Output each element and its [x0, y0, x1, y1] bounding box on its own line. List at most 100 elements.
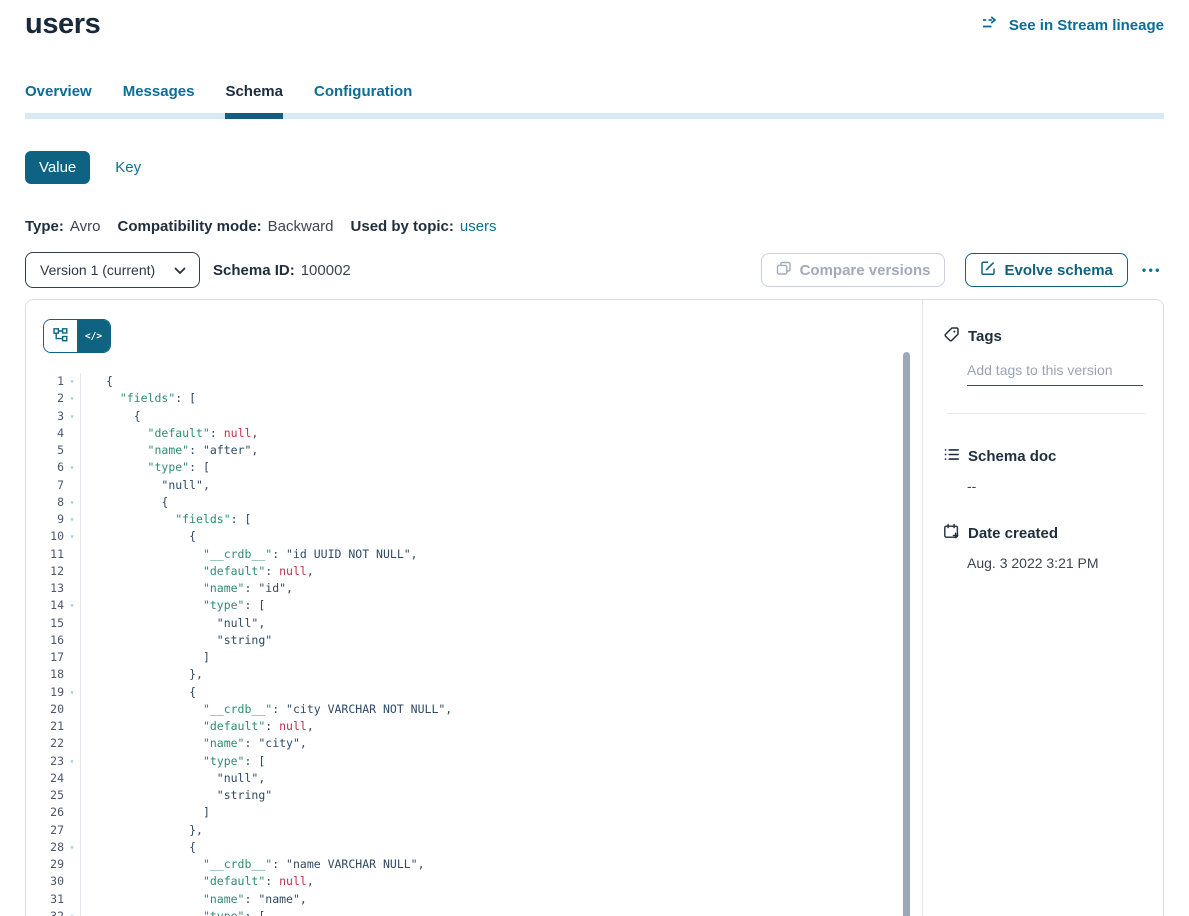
calendar-icon — [943, 523, 960, 544]
gutter-spacer — [64, 563, 81, 580]
tree-view-button[interactable] — [44, 320, 77, 352]
schema-key-value-toggle: Value Key — [25, 151, 1164, 184]
version-select[interactable]: Version 1 (current) — [25, 252, 200, 288]
collapse-toggle-icon[interactable]: ▾ — [64, 511, 81, 528]
gutter-spacer — [64, 649, 81, 666]
code-line-20: 20 "__crdb__": "city VARCHAR NOT NULL", — [26, 701, 922, 718]
code-line-18: 18 }, — [26, 666, 922, 683]
collapse-toggle-icon[interactable]: ▾ — [64, 373, 81, 390]
compare-versions-button[interactable]: Compare versions — [761, 253, 946, 287]
line-number: 21 — [26, 718, 64, 735]
schema-doc-value: -- — [967, 478, 1145, 494]
tab-bar-underline — [25, 113, 1164, 119]
add-tags-input[interactable] — [967, 360, 1143, 386]
collapse-toggle-icon[interactable]: ▾ — [64, 459, 81, 476]
tag-icon — [943, 326, 960, 347]
code-text: { — [81, 528, 196, 545]
code-text: { — [81, 494, 168, 511]
topbar: users See in Stream lineage — [25, 0, 1164, 41]
gutter-spacer — [64, 477, 81, 494]
collapse-toggle-icon[interactable]: ▾ — [64, 597, 81, 614]
evolve-schema-button[interactable]: Evolve schema — [965, 253, 1127, 287]
collapse-toggle-icon[interactable]: ▾ — [64, 753, 81, 770]
code-line-1: 1▾{ — [26, 373, 922, 390]
type-label: Type: — [25, 218, 64, 235]
line-number: 25 — [26, 787, 64, 804]
type-value: Avro — [70, 218, 101, 235]
evolve-schema-icon — [980, 260, 996, 280]
gutter-spacer — [64, 580, 81, 597]
code-line-19: 19▾ { — [26, 684, 922, 701]
collapse-toggle-icon[interactable]: ▾ — [64, 839, 81, 856]
code-line-32: 32▾ "type": [ — [26, 908, 922, 916]
tree-view-icon — [53, 327, 68, 345]
gutter-spacer — [64, 425, 81, 442]
line-number: 17 — [26, 649, 64, 666]
gutter-spacer — [64, 666, 81, 683]
schema-editor: </> 1▾{2▾ "fields": [3▾ {4 "default": nu… — [26, 300, 922, 916]
tab-schema[interactable]: Schema — [225, 83, 283, 119]
collapse-toggle-icon[interactable]: ▾ — [64, 528, 81, 545]
line-number: 5 — [26, 442, 64, 459]
code-text: "string" — [81, 787, 272, 804]
code-text: ] — [81, 649, 210, 666]
code-line-23: 23▾ "type": [ — [26, 753, 922, 770]
line-number: 27 — [26, 822, 64, 839]
code-text: { — [81, 408, 141, 425]
code-text: { — [81, 684, 196, 701]
code-line-29: 29 "__crdb__": "name VARCHAR NULL", — [26, 856, 922, 873]
collapse-toggle-icon[interactable]: ▾ — [64, 494, 81, 511]
code-line-13: 13 "name": "id", — [26, 580, 922, 597]
line-number: 6 — [26, 459, 64, 476]
code-line-16: 16 "string" — [26, 632, 922, 649]
code-text: "fields": [ — [81, 390, 196, 407]
schema-id-label: Schema ID: — [213, 262, 295, 279]
topic-link[interactable]: users — [460, 218, 497, 235]
schema-page: users See in Stream lineage OverviewMess… — [0, 0, 1189, 916]
stream-lineage-link[interactable]: See in Stream lineage — [982, 16, 1164, 34]
gutter-spacer — [64, 822, 81, 839]
collapse-toggle-icon[interactable]: ▾ — [64, 408, 81, 425]
tab-bar: OverviewMessagesSchemaConfiguration — [25, 83, 1164, 119]
editor-view-toggle: </> — [43, 319, 111, 353]
code-text: "name": "id", — [81, 580, 293, 597]
line-number: 12 — [26, 563, 64, 580]
code-line-28: 28▾ { — [26, 839, 922, 856]
compatibility-label: Compatibility mode: — [117, 218, 261, 235]
code-text: "default": null, — [81, 563, 314, 580]
code-line-5: 5 "name": "after", — [26, 442, 922, 459]
line-number: 3 — [26, 408, 64, 425]
compare-versions-label: Compare versions — [800, 262, 931, 279]
gutter-spacer — [64, 787, 81, 804]
collapse-toggle-icon[interactable]: ▾ — [64, 908, 81, 916]
code-text: { — [81, 373, 113, 390]
code-line-4: 4 "default": null, — [26, 425, 922, 442]
code-line-31: 31 "name": "name", — [26, 891, 922, 908]
used-by-topic-label: Used by topic: — [351, 218, 454, 235]
line-number: 16 — [26, 632, 64, 649]
sidebar-divider — [947, 413, 1145, 414]
code-line-27: 27 }, — [26, 822, 922, 839]
code-view-icon: </> — [85, 331, 102, 342]
schema-type: Type: Avro — [25, 218, 100, 235]
collapse-toggle-icon[interactable]: ▾ — [64, 390, 81, 407]
line-number: 2 — [26, 390, 64, 407]
used-by-topic: Used by topic: users — [351, 218, 497, 235]
line-number: 31 — [26, 891, 64, 908]
code-line-24: 24 "null", — [26, 770, 922, 787]
code-text: "type": [ — [81, 753, 265, 770]
gutter-spacer — [64, 442, 81, 459]
key-toggle-button[interactable]: Key — [115, 159, 141, 176]
code-text: }, — [81, 666, 203, 683]
line-number: 26 — [26, 804, 64, 821]
editor-scrollbar[interactable] — [903, 352, 910, 916]
code-text: "type": [ — [81, 459, 210, 476]
code-line-25: 25 "string" — [26, 787, 922, 804]
code-view-button[interactable]: </> — [77, 320, 110, 352]
code-text: "__crdb__": "city VARCHAR NOT NULL", — [81, 701, 452, 718]
collapse-toggle-icon[interactable]: ▾ — [64, 684, 81, 701]
value-toggle-button[interactable]: Value — [25, 151, 90, 184]
more-options-button[interactable]: ••• — [1140, 259, 1164, 281]
date-created-value: Aug. 3 2022 3:21 PM — [967, 555, 1145, 571]
code-text: "type": [ — [81, 908, 265, 916]
